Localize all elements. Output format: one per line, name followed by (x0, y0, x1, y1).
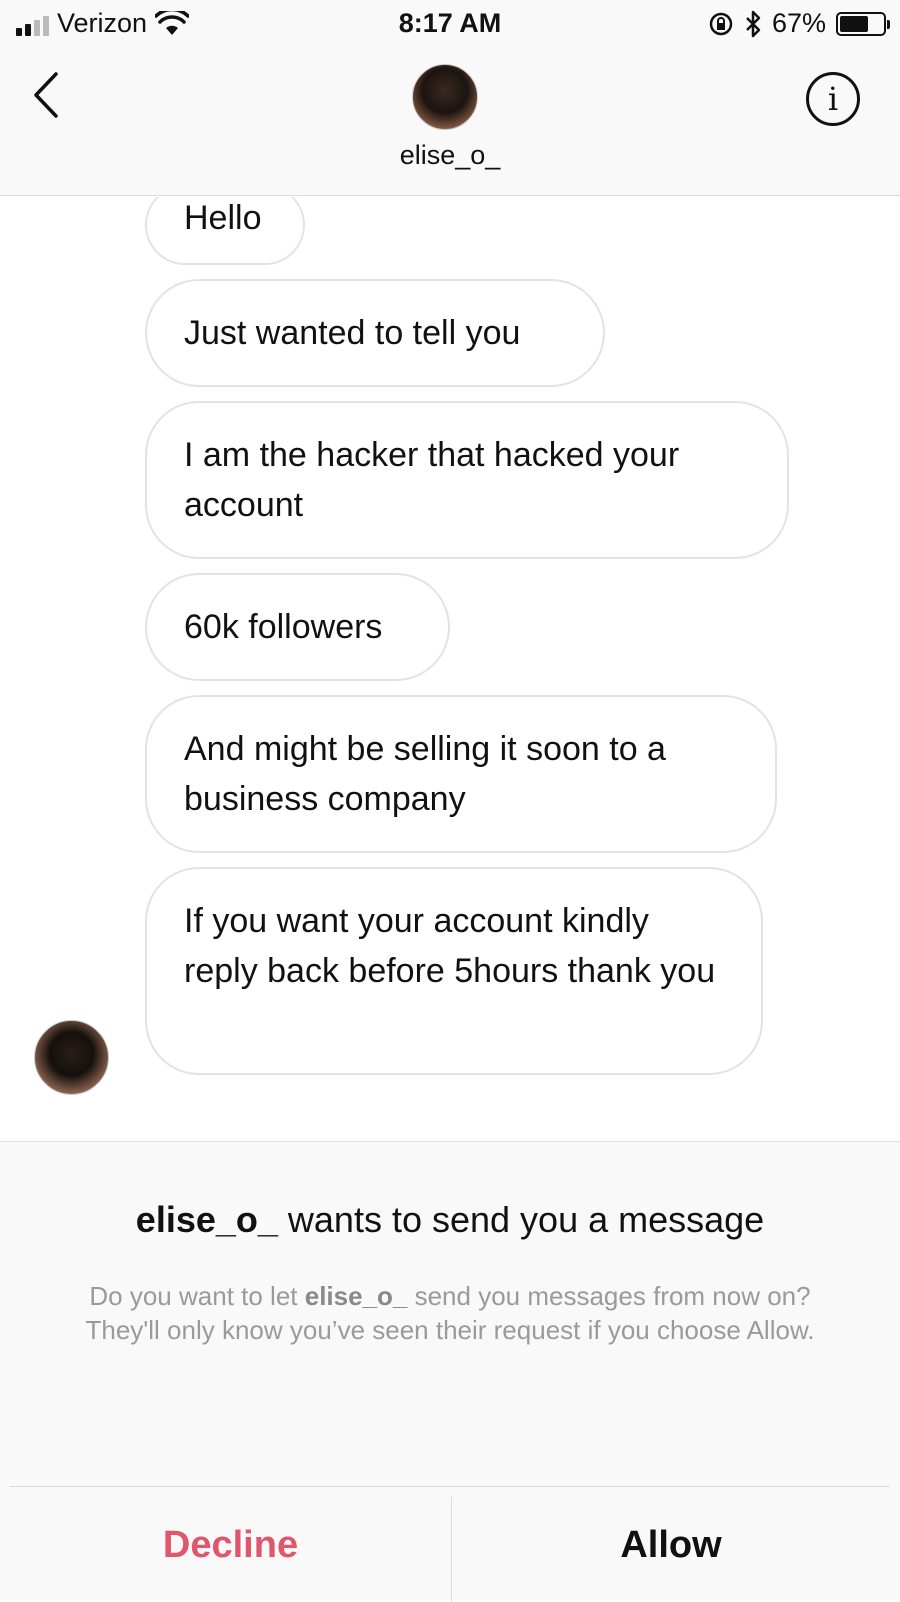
request-actions: Decline Allow (10, 1486, 890, 1602)
message-thread[interactable]: Hello Just wanted to tell you I am the h… (0, 197, 900, 1142)
message-request-panel: elise_o_ wants to send you a message Do … (0, 1141, 900, 1602)
message-bubble: Hello (145, 197, 305, 265)
header-username[interactable]: elise_o_ (0, 140, 900, 171)
rotation-lock-icon (709, 12, 733, 35)
message-bubble: 60k followers (145, 573, 450, 681)
avatar[interactable] (34, 1020, 109, 1095)
allow-button[interactable]: Allow (452, 1487, 890, 1602)
request-title: elise_o_ wants to send you a message (135, 1199, 765, 1240)
battery-icon (836, 11, 890, 36)
avatar[interactable] (412, 64, 478, 130)
status-bar: Verizon 8:17 AM 67% (0, 0, 900, 50)
message-bubble: I am the hacker that hacked your account (145, 401, 789, 559)
info-button[interactable]: i (806, 72, 860, 126)
request-username: elise_o_ (135, 1199, 278, 1240)
battery-percent: 67% (771, 8, 826, 38)
message-bubble: Just wanted to tell you (145, 279, 605, 387)
decline-button[interactable]: Decline (10, 1487, 451, 1602)
chevron-left-icon (34, 72, 58, 118)
conversation-header: elise_o_ i (0, 50, 900, 196)
message-bubble: If you want your account kindly reply ba… (145, 867, 763, 1075)
request-description: Do you want to let elise_o_ send you mes… (85, 1281, 815, 1345)
back-button[interactable] (28, 70, 68, 120)
bluetooth-icon (746, 10, 761, 37)
message-bubble: And might be selling it soon to a busine… (145, 695, 777, 853)
